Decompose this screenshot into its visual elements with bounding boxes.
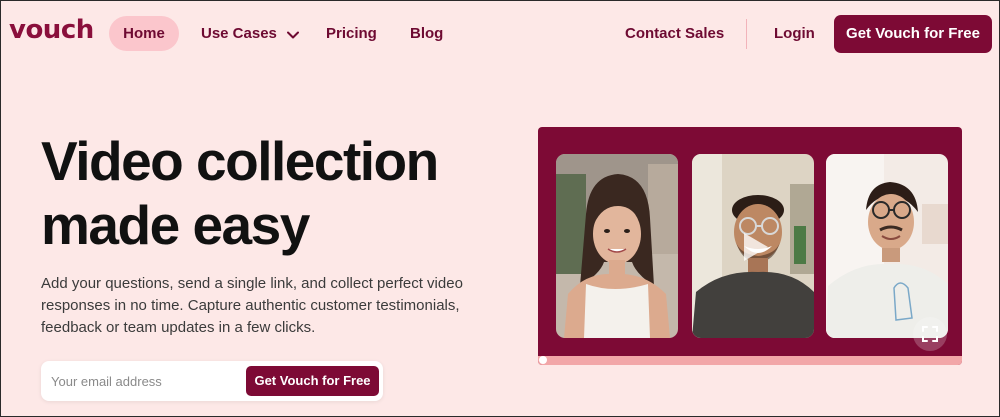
nav-contact-sales[interactable]: Contact Sales [625,16,724,51]
top-navbar: vouch Home Use Cases Pricing Blog Contac… [1,1,1000,67]
video-player[interactable] [538,127,962,365]
nav-pricing[interactable]: Pricing [326,16,377,51]
hero-title-line1: Video collection [41,130,439,192]
hero-description: Add your questions, send a single link, … [41,275,463,336]
video-thumbnail-2 [692,154,814,338]
hero-title: Video collection made easy [41,129,511,257]
email-input[interactable] [51,369,241,393]
chevron-down-icon [287,17,300,52]
video-progress-track[interactable] [538,356,962,365]
video-thumbnail-3 [826,154,948,338]
hero-title-line2: made easy [41,194,310,256]
nav-divider [746,19,747,49]
get-vouch-free-button[interactable]: Get Vouch for Free [834,15,992,53]
fullscreen-icon[interactable] [913,317,947,351]
nav-use-cases[interactable]: Use Cases [201,16,300,52]
email-signup-form: Get Vouch for Free [41,361,383,401]
nav-login[interactable]: Login [774,16,815,51]
video-progress-knob[interactable] [539,356,547,364]
video-thumbnail-1 [556,154,678,338]
signup-submit-button[interactable]: Get Vouch for Free [246,366,379,396]
nav-blog[interactable]: Blog [410,16,443,51]
play-icon[interactable] [736,229,772,265]
vouch-logo[interactable]: vouch [9,15,94,45]
nav-home[interactable]: Home [109,16,179,51]
nav-use-cases-label: Use Cases [201,25,277,42]
